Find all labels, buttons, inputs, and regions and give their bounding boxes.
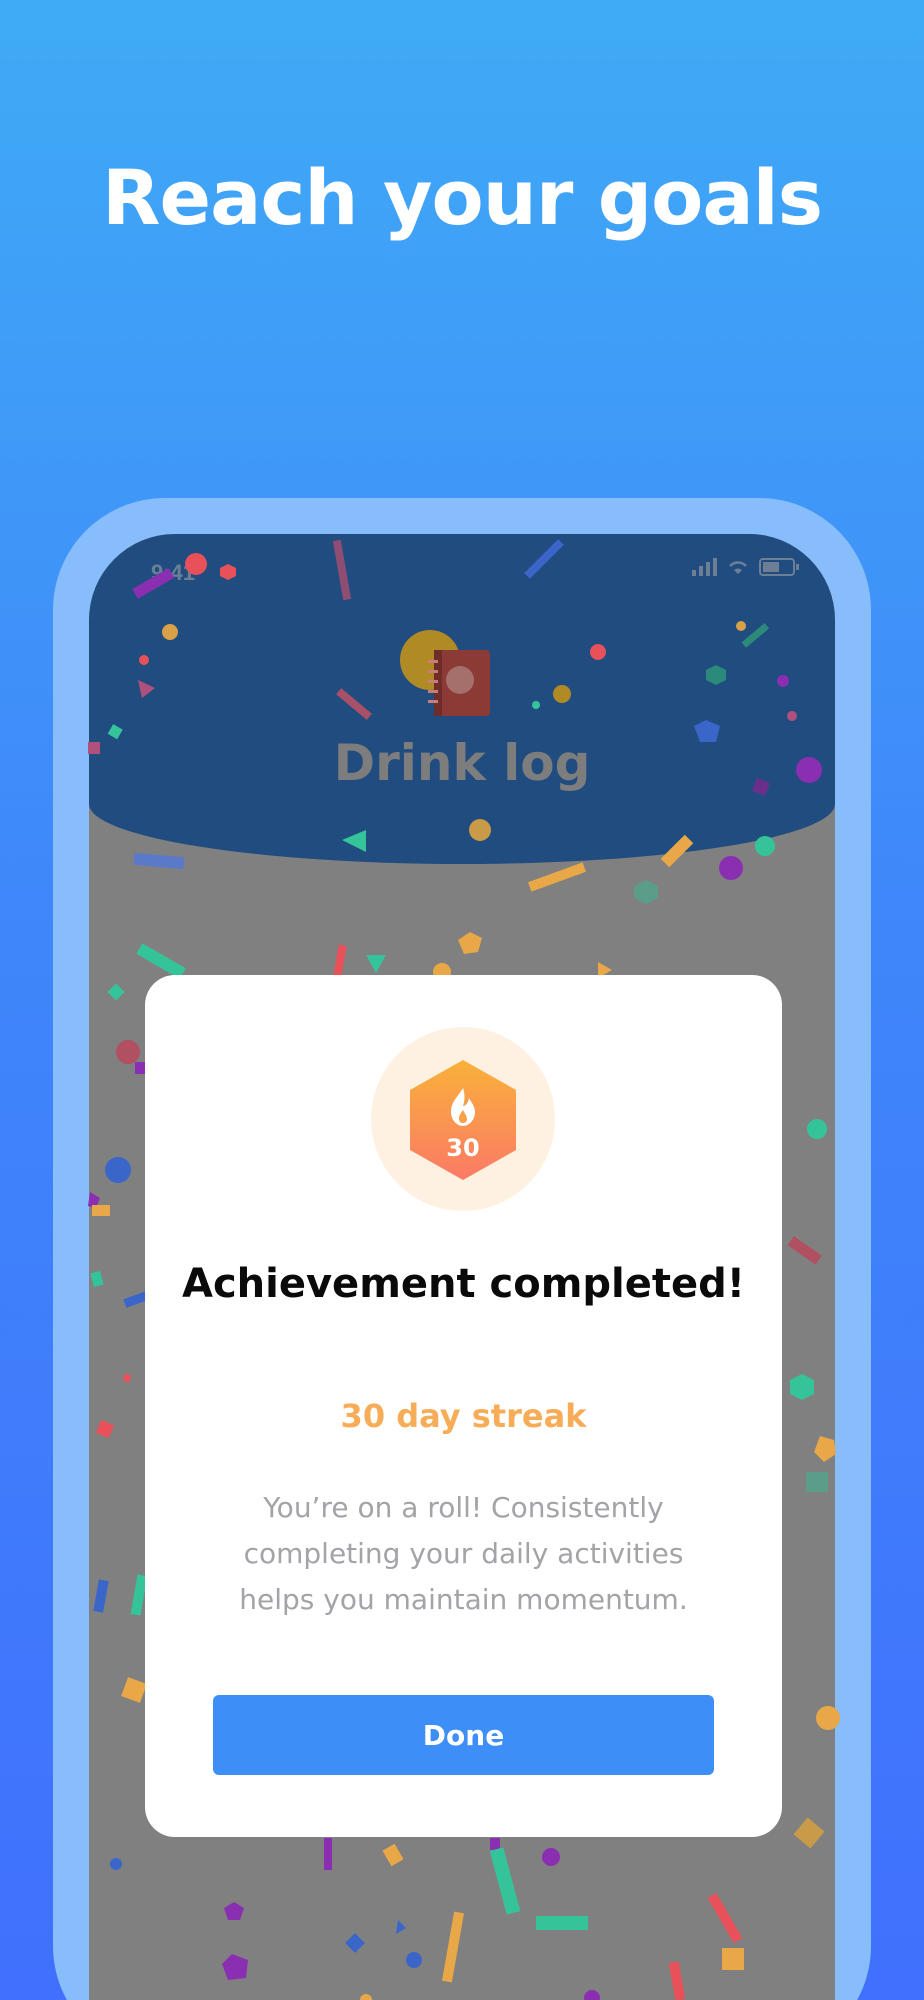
app-title: Drink log (333, 734, 591, 792)
status-bar: 9:41 (89, 550, 835, 590)
dialog-description: You’re on a roll! Consistently completin… (239, 1491, 688, 1616)
dialog-title: Achievement completed! (182, 1261, 745, 1307)
wifi-icon (729, 561, 747, 574)
achievement-badge: 30 (410, 1060, 516, 1180)
achievement-dialog: 30 Achievement completed! 30 day streak … (145, 975, 782, 1837)
battery-icon (759, 558, 799, 576)
badge-background: 30 (371, 1027, 555, 1211)
notebook-icon (400, 630, 490, 716)
headline: Reach your goals (102, 153, 823, 242)
signal-icon (692, 558, 717, 576)
done-button[interactable]: Done (213, 1695, 714, 1775)
dialog-subtitle: 30 day streak (340, 1397, 587, 1435)
status-icons (692, 558, 799, 576)
status-time: 9:41 (151, 560, 196, 585)
badge-number: 30 (446, 1134, 479, 1162)
